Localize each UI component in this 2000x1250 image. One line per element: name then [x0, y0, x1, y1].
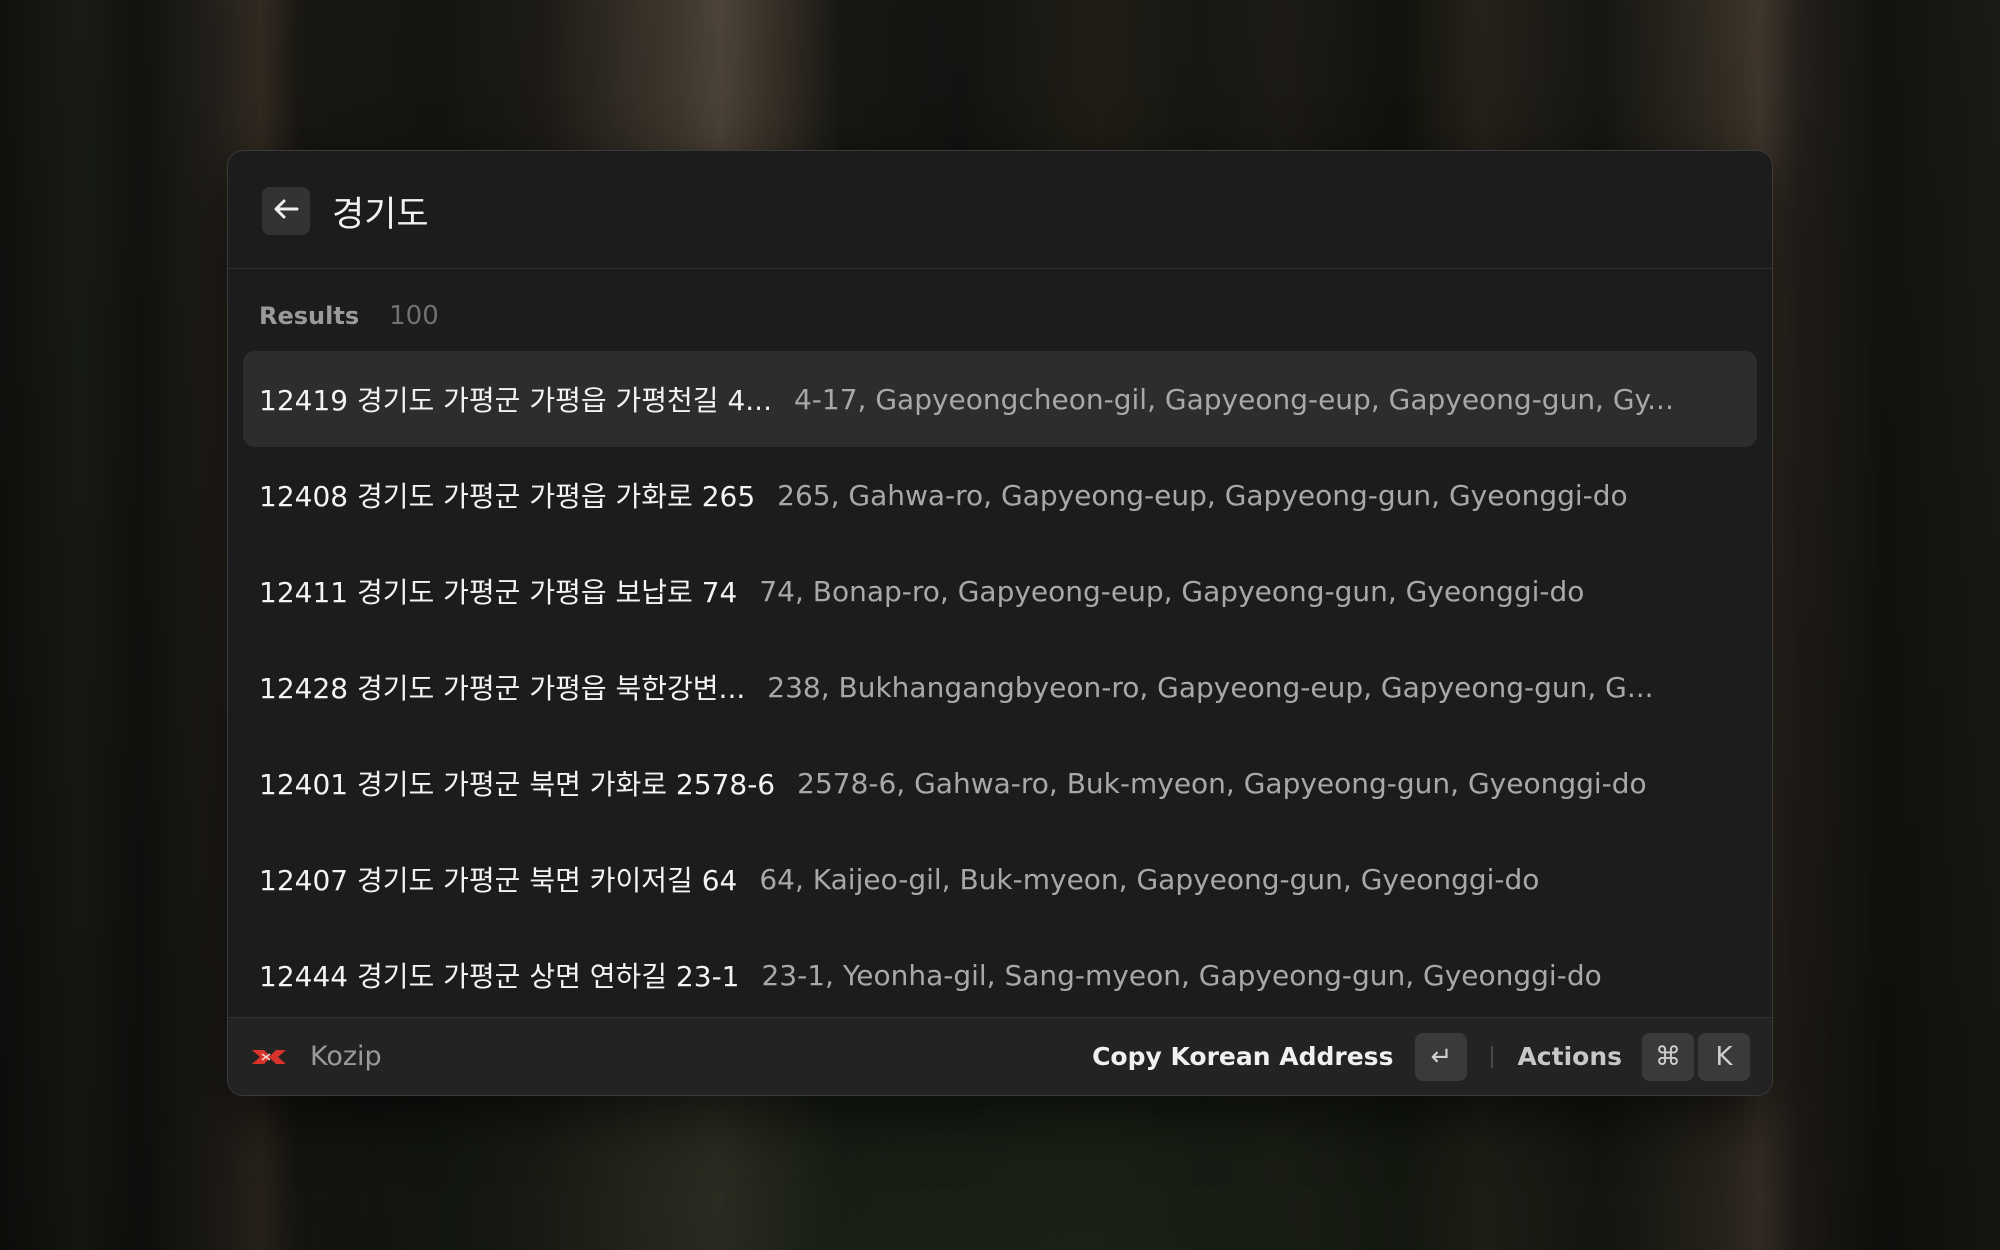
list-item-title: 12444 경기도 가평군 상면 연하길 23-1 [259, 960, 740, 993]
search-input[interactable] [330, 181, 1634, 241]
list-item-subtitle: 238, Bukhangangbyeon-ro, Gapyeong-eup, G… [767, 670, 1654, 704]
list-item-title: 12401 경기도 가평군 북면 가화로 2578-6 [259, 768, 776, 801]
footer-divider [1491, 1045, 1494, 1068]
return-key-icon: ↵ [1415, 1032, 1468, 1081]
list-item[interactable]: 12408 경기도 가평군 가평읍 가화로 265 265, Gahwa-ro,… [243, 447, 1757, 543]
list-item[interactable]: 12407 경기도 가평군 북면 카이저길 64 64, Kaijeo-gil,… [243, 831, 1757, 927]
command-key-icon: ⌘ [1642, 1032, 1694, 1081]
list-item[interactable]: 12411 경기도 가평군 가평읍 보납로 74 74, Bonap-ro, G… [243, 543, 1757, 639]
k-key-icon: K [1698, 1032, 1750, 1081]
list-item[interactable]: 12419 경기도 가평군 가평읍 가평천길 4... 4-17, Gapyeo… [243, 351, 1757, 447]
results-section-header: Results 100 [259, 301, 439, 331]
list-item-subtitle: 4-17, Gapyeongcheon-gil, Gapyeong-eup, G… [793, 382, 1674, 416]
arrow-left-icon [273, 197, 299, 225]
list-item[interactable]: 12444 경기도 가평군 상면 연하길 23-1 23-1, Yeonha-g… [243, 927, 1757, 1023]
list-item-subtitle: 265, Gahwa-ro, Gapyeong-eup, Gapyeong-gu… [777, 478, 1628, 512]
list-item-title: 12411 경기도 가평군 가평읍 보납로 74 [259, 576, 738, 609]
list-item-title: 12408 경기도 가평군 가평읍 가화로 265 [259, 480, 756, 513]
list-item-subtitle: 23-1, Yeonha-gil, Sang-myeon, Gapyeong-g… [761, 958, 1602, 992]
kozip-logo-icon [250, 1046, 288, 1068]
list-item-title: 12419 경기도 가평군 가평읍 가평천길 4... [259, 384, 772, 417]
list-item[interactable]: 12428 경기도 가평군 가평읍 북한강변... 238, Bukhangan… [243, 639, 1757, 735]
launcher-window: Results 100 12419 경기도 가평군 가평읍 가평천길 4... … [227, 150, 1773, 1096]
list-item[interactable]: 12401 경기도 가평군 북면 가화로 2578-6 2578-6, Gahw… [243, 735, 1757, 831]
section-title: Results [259, 302, 360, 330]
list-item-title: 12407 경기도 가평군 북면 카이저길 64 [259, 864, 738, 897]
actions-button[interactable]: Actions [1517, 1042, 1622, 1071]
search-bar [228, 151, 1772, 269]
primary-action-button[interactable]: Copy Korean Address [1092, 1042, 1393, 1071]
app-name: Kozip [310, 1041, 382, 1072]
list-item-title: 12428 경기도 가평군 가평읍 북한강변... [259, 672, 746, 705]
list-item-subtitle: 74, Bonap-ro, Gapyeong-eup, Gapyeong-gun… [759, 574, 1585, 608]
back-button[interactable] [262, 187, 310, 235]
action-bar: Kozip Copy Korean Address ↵ Actions ⌘ K [228, 1017, 1772, 1095]
list-item-subtitle: 64, Kaijeo-gil, Buk-myeon, Gapyeong-gun,… [759, 862, 1540, 896]
results-count: 100 [389, 301, 439, 331]
list-item-subtitle: 2578-6, Gahwa-ro, Buk-myeon, Gapyeong-gu… [797, 766, 1647, 800]
results-list: 12419 경기도 가평군 가평읍 가평천길 4... 4-17, Gapyeo… [243, 351, 1757, 1023]
